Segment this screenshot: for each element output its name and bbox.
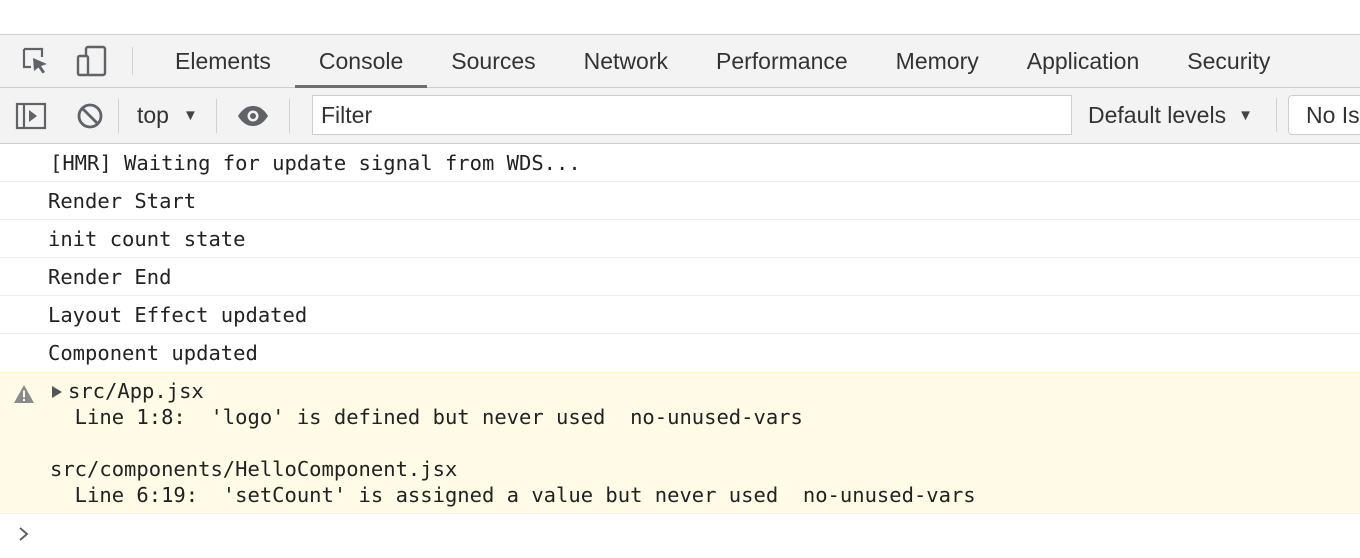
- chevron-down-icon: ▼: [182, 107, 198, 124]
- console-warning-message: src/App.jsx Line 1:8: 'logo' is defined …: [0, 372, 1360, 514]
- console-message: [HMR] Waiting for update signal from WDS…: [0, 144, 1360, 182]
- console-messages: [HMR] Waiting for update signal from WDS…: [0, 144, 1360, 556]
- tab-console[interactable]: Console: [294, 35, 428, 88]
- chevron-down-icon: ▼: [1238, 106, 1253, 124]
- js-context-select[interactable]: top ▼: [119, 89, 216, 143]
- tab-elements[interactable]: Elements: [151, 35, 295, 87]
- warning-detail: Line 6:19: 'setCount' is assigned a valu…: [50, 483, 976, 507]
- context-select-value: top: [137, 102, 169, 128]
- tab-performance[interactable]: Performance: [692, 35, 872, 87]
- inspect-element-icon: [22, 47, 47, 74]
- eye-icon: [237, 105, 268, 126]
- warning-file-link[interactable]: src/components/HelloComponent.jsx: [50, 456, 457, 482]
- log-levels-dropdown[interactable]: Default levels ▼: [1088, 88, 1253, 142]
- window-top-area: [0, 0, 1360, 34]
- console-message: Component updated: [48, 341, 258, 365]
- device-toolbar-button[interactable]: [66, 35, 118, 87]
- warning-detail: Line 1:8: 'logo' is defined but never us…: [50, 405, 803, 429]
- toolbar-separator: [288, 98, 290, 133]
- warning-icon: [14, 385, 34, 403]
- console-sidebar-icon: [15, 102, 47, 129]
- clear-console-button[interactable]: [62, 89, 118, 143]
- tab-sources[interactable]: Sources: [427, 35, 559, 87]
- prompt-chevron-icon: [19, 527, 29, 541]
- tab-security[interactable]: Security: [1163, 35, 1294, 87]
- toolbar-separator: [1276, 98, 1277, 132]
- live-expression-button[interactable]: [217, 89, 289, 143]
- issues-button[interactable]: No Is: [1288, 95, 1360, 135]
- expand-triangle-icon[interactable]: [52, 386, 62, 398]
- tab-memory[interactable]: Memory: [872, 35, 1003, 87]
- tab-application[interactable]: Application: [1003, 35, 1164, 87]
- tab-network[interactable]: Network: [560, 35, 692, 87]
- show-console-sidebar-button[interactable]: [0, 89, 62, 143]
- console-toolbar: top ▼ Default levels ▼ No Is: [0, 88, 1360, 144]
- inspect-element-button[interactable]: [0, 35, 66, 87]
- console-message: Layout Effect updated: [0, 296, 1360, 334]
- device-toolbar-icon: [76, 45, 107, 77]
- warning-file-link[interactable]: src/App.jsx: [68, 378, 204, 404]
- log-levels-label: Default levels: [1088, 101, 1227, 128]
- console-message: Render End: [0, 258, 1360, 296]
- filter-input[interactable]: [312, 95, 1072, 135]
- clear-console-icon: [77, 103, 103, 128]
- console-prompt[interactable]: [0, 514, 1360, 556]
- console-message: init count state: [0, 220, 1360, 258]
- console-message: Render Start: [0, 182, 1360, 220]
- tab-bar-separator: [132, 47, 133, 75]
- devtools-tab-bar: Elements Console Sources Network Perform…: [0, 34, 1360, 88]
